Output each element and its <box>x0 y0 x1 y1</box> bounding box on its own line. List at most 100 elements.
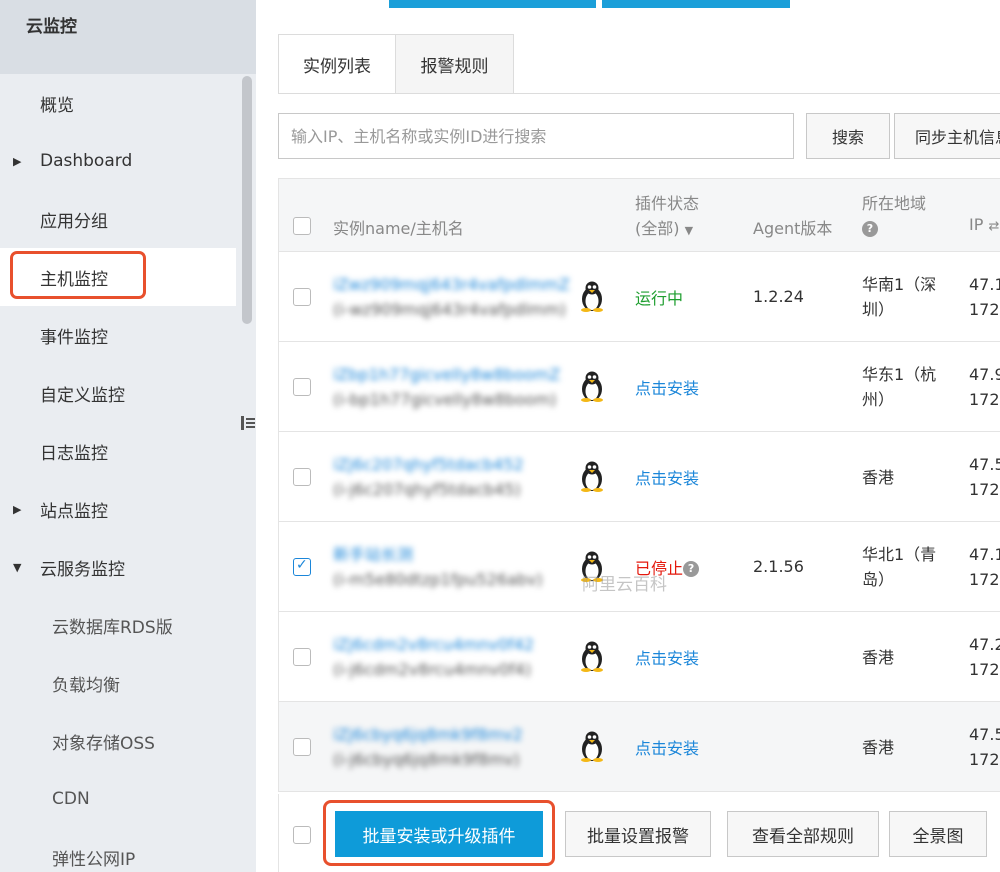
sidebar-item-label: 主机监控 <box>40 269 108 290</box>
main-content: 实例列表 报警规则 搜索 同步主机信息 实例name/主机名 插件状态 (全部)… <box>256 0 1000 872</box>
sidebar-item-label: 概览 <box>40 95 74 116</box>
table-row: iZj6cdm2v8rcu4mnv0f42 (i-j6cdm2v8rcu4mnv… <box>278 612 1000 702</box>
table-row: iZj6cbyq6jq8mk9f8mv2 (i-j6cbyq6jq8mk9f8m… <box>278 702 1000 792</box>
sidebar-item-label: Dashboard <box>40 151 133 171</box>
private-ip: 172 <box>969 570 1000 589</box>
tabs-divider <box>278 93 1000 94</box>
plugin-status: 已停止? <box>635 555 700 579</box>
sidebar-item-eip[interactable]: 弹性公网IP <box>0 828 236 872</box>
sidebar-item-slb[interactable]: 负载均衡 <box>0 654 236 712</box>
sidebar-item-cloud-service-monitoring[interactable]: ▼ 云服务监控 <box>0 538 236 596</box>
sidebar-item-custom-monitoring[interactable]: 自定义监控 <box>0 364 236 422</box>
region: 香港 <box>862 738 895 757</box>
install-plugin-link[interactable]: 点击安装 <box>635 375 699 399</box>
ip-cell: 47.2 172 <box>969 632 1000 682</box>
sidebar-scrollbar[interactable] <box>242 76 252 324</box>
install-plugin-link[interactable]: 点击安装 <box>635 465 699 489</box>
linux-penguin-icon <box>581 371 603 402</box>
table-header: 实例name/主机名 插件状态 (全部) ▼ Agent版本 所在地域 ? IP… <box>278 178 1000 252</box>
public-ip: 47.1 <box>969 275 1000 294</box>
sidebar-item-log-monitoring[interactable]: 日志监控 <box>0 422 236 480</box>
tab-instances[interactable]: 实例列表 <box>278 34 396 94</box>
col-header-plugin-status-label: 插件状态 <box>635 194 700 213</box>
col-header-region: 所在地域 ? <box>862 191 926 241</box>
col-header-ip[interactable]: IP ⇄ <box>969 215 999 234</box>
linux-penguin-icon <box>581 461 603 492</box>
sidebar-item-app-groups[interactable]: 应用分组 <box>0 190 236 248</box>
sidebar-item-dashboard[interactable]: ▶ Dashboard <box>0 132 236 190</box>
row-checkbox[interactable] <box>293 648 311 666</box>
top-button-edge[interactable] <box>602 0 790 8</box>
instance-cell: iZj6cbyq6jq8mk9f8mv2 (i-j6cbyq6jq8mk9f8m… <box>333 722 523 772</box>
sidebar-collapse-icon[interactable] <box>238 398 258 448</box>
sidebar-item-label: 站点监控 <box>40 501 108 522</box>
sidebar-item-overview[interactable]: 概览 <box>0 74 236 132</box>
instance-name-link[interactable]: iZj6c207qhyf5tdacb452 <box>333 452 524 477</box>
sidebar-item-rds[interactable]: 云数据库RDS版 <box>0 596 236 654</box>
help-icon[interactable]: ? <box>862 221 878 237</box>
sidebar-item-oss[interactable]: 对象存储OSS <box>0 712 236 770</box>
instance-name-link[interactable]: iZwz909mqj643r4vafpdlmmZ <box>333 272 570 297</box>
install-plugin-link[interactable]: 点击安装 <box>635 645 699 669</box>
instance-cell: iZj6c207qhyf5tdacb452 (i-j6c207qhyf5tdac… <box>333 452 524 502</box>
sync-host-button[interactable]: 同步主机信息 <box>894 113 1000 159</box>
table-row: 新手站长测 (i-m5e80dtzp1fpu526abv) 已停止? 2.1.5… <box>278 522 1000 612</box>
instance-name-link[interactable]: iZbp1h77gicvelly8w8boomZ <box>333 362 560 387</box>
sidebar-item-label: 自定义监控 <box>40 385 125 406</box>
ip-cell: 47.1 172 <box>969 542 1000 592</box>
row-checkbox[interactable] <box>293 468 311 486</box>
sidebar-item-label: 事件监控 <box>40 327 108 348</box>
ip-cell: 47.5 172 <box>969 722 1000 772</box>
agent-version: 1.2.24 <box>753 287 804 306</box>
install-plugin-link[interactable]: 点击安装 <box>635 735 699 759</box>
instance-name-link[interactable]: 新手站长测 <box>333 542 543 567</box>
help-icon[interactable]: ? <box>683 561 700 577</box>
sidebar-item-cdn[interactable]: CDN <box>0 770 236 828</box>
region: 华南1（深圳） <box>862 275 937 319</box>
footer-select-all-checkbox[interactable] <box>293 826 311 844</box>
view-all-rules-button[interactable]: 查看全部规则 <box>727 811 879 857</box>
caret-right-icon: ▶ <box>13 154 22 168</box>
tabs: 实例列表 报警规则 <box>278 34 514 94</box>
row-checkbox[interactable] <box>293 557 311 576</box>
col-header-plugin-status[interactable]: 插件状态 (全部) ▼ <box>635 191 699 243</box>
plugin-status: 运行中 <box>635 289 684 308</box>
row-checkbox[interactable] <box>293 738 311 756</box>
instance-name-link[interactable]: iZj6cbyq6jq8mk9f8mv2 <box>333 722 523 747</box>
search-input[interactable] <box>278 113 794 159</box>
instance-cell: iZj6cdm2v8rcu4mnv0f42 (i-j6cdm2v8rcu4mnv… <box>333 632 534 682</box>
sidebar-item-label: 负载均衡 <box>52 675 120 696</box>
public-ip: 47.9 <box>969 365 1000 384</box>
sidebar-item-label: 日志监控 <box>40 443 108 464</box>
private-ip: 172 <box>969 480 1000 499</box>
search-row: 搜索 同步主机信息 <box>278 113 1000 159</box>
sidebar-item-host-monitoring[interactable]: 主机监控 <box>0 248 236 306</box>
agent-version: 2.1.56 <box>753 557 804 576</box>
batch-alarm-button[interactable]: 批量设置报警 <box>565 811 711 857</box>
sort-icon: ⇄ <box>988 219 1000 234</box>
sidebar-item-label: CDN <box>52 789 90 809</box>
filter-caret-icon: ▼ <box>684 224 694 237</box>
select-all-checkbox[interactable] <box>293 217 311 235</box>
region: 香港 <box>862 648 895 667</box>
instance-host: (i-j6cbyq6jq8mk9f8mv) <box>333 750 520 769</box>
row-checkbox[interactable] <box>293 288 311 306</box>
batch-install-button[interactable]: 批量安装或升级插件 <box>335 811 543 857</box>
sidebar-item-site-monitoring[interactable]: ▶ 站点监控 <box>0 480 236 538</box>
sidebar-item-label: 云服务监控 <box>40 559 125 580</box>
instance-name-link[interactable]: iZj6cdm2v8rcu4mnv0f42 <box>333 632 534 657</box>
table-row: iZwz909mqj643r4vafpdlmmZ (i-wz909mqj643r… <box>278 252 1000 342</box>
search-button[interactable]: 搜索 <box>806 113 890 159</box>
sidebar-item-event-monitoring[interactable]: 事件监控 <box>0 306 236 364</box>
top-button-edge[interactable] <box>389 0 596 8</box>
private-ip: 172 <box>969 660 1000 679</box>
panorama-button[interactable]: 全景图 <box>889 811 987 857</box>
region: 华北1（青岛） <box>862 545 937 589</box>
sidebar-title: 云监控 <box>0 0 256 74</box>
tab-alarm-rules[interactable]: 报警规则 <box>396 34 514 94</box>
region: 香港 <box>862 468 895 487</box>
plugin-status-label: 已停止 <box>635 559 684 578</box>
instance-host: (i-j6c207qhyf5tdacb45) <box>333 480 521 499</box>
row-checkbox[interactable] <box>293 378 311 396</box>
sidebar-item-label: 对象存储OSS <box>52 733 155 754</box>
